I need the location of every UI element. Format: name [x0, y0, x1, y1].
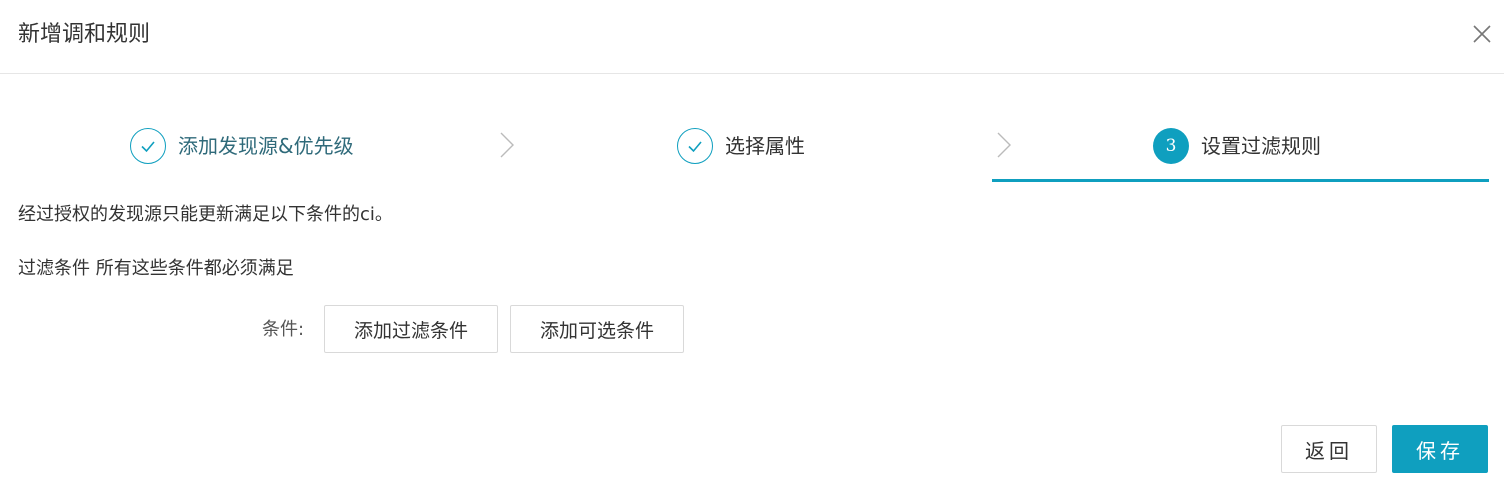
- back-button[interactable]: 返回: [1281, 425, 1377, 473]
- check-icon: [130, 128, 166, 164]
- wizard-steps: 添加发现源&优先级 选择属性 3 设置过滤规则: [0, 110, 1504, 184]
- chevron-right-icon: [995, 130, 1013, 160]
- add-reconciliation-rule-dialog: 新增调和规则 添加发现源&优先级 选择属性 3 设置过滤规则 经过授权的发现源只…: [0, 0, 1504, 487]
- step-label: 添加发现源&优先级: [178, 134, 354, 158]
- step-select-attributes[interactable]: 选择属性: [677, 128, 805, 164]
- close-icon[interactable]: [1470, 22, 1494, 46]
- step-set-filter-rules[interactable]: 3 设置过滤规则: [1153, 128, 1321, 164]
- save-button[interactable]: 保存: [1392, 425, 1488, 473]
- filter-condition-text: 过滤条件 所有这些条件都必须满足: [18, 258, 294, 279]
- step-label: 选择属性: [725, 134, 805, 158]
- step-label: 设置过滤规则: [1201, 134, 1321, 158]
- step-number-badge: 3: [1153, 128, 1189, 164]
- add-filter-condition-button[interactable]: 添加过滤条件: [324, 305, 498, 353]
- check-icon: [677, 128, 713, 164]
- step-add-discovery-source[interactable]: 添加发现源&优先级: [130, 128, 354, 164]
- dialog-header: 新增调和规则: [0, 0, 1504, 74]
- condition-label: 条件:: [262, 319, 305, 340]
- description-text: 经过授权的发现源只能更新满足以下条件的ci。: [18, 204, 393, 225]
- dialog-title: 新增调和规则: [18, 22, 151, 47]
- add-optional-condition-button[interactable]: 添加可选条件: [510, 305, 684, 353]
- active-step-indicator: [992, 179, 1489, 182]
- chevron-right-icon: [498, 130, 516, 160]
